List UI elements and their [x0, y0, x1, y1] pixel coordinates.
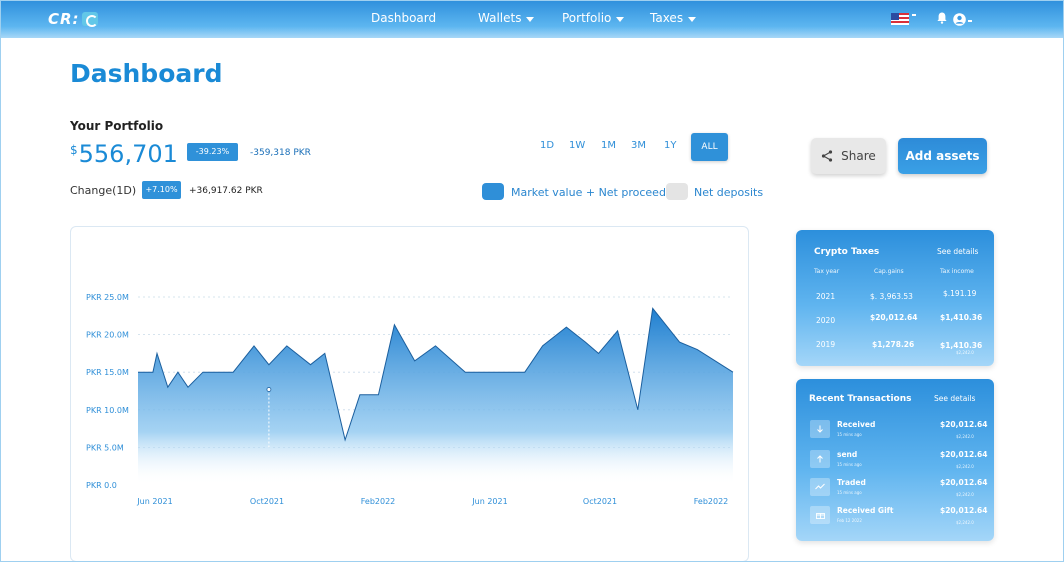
filter-1y[interactable]: 1Y: [664, 140, 676, 151]
user-avatar-icon: [953, 12, 966, 26]
nav-wallets-label: Wallets: [478, 11, 522, 25]
legend-deposits-label[interactable]: Net deposits: [694, 186, 763, 199]
transaction-amount: $20,012.64: [940, 478, 988, 487]
tax-row-income: $1,410.36: [940, 313, 983, 322]
page-title: Dashboard: [70, 59, 223, 88]
legend-market-label[interactable]: Market value + Net proceeds: [511, 186, 672, 199]
nav-dashboard[interactable]: Dashboard: [371, 11, 436, 25]
y-tick-label: PKR 0.0: [86, 481, 117, 490]
transaction-name: Traded: [837, 478, 866, 487]
gift-icon: [810, 506, 830, 524]
crypto-taxes-title: Crypto Taxes: [814, 247, 880, 257]
transaction-time: 15 mins ago: [837, 490, 862, 495]
y-tick-label: PKR 20.0M: [86, 331, 129, 340]
y-tick-label: PKR 15.0M: [86, 368, 129, 377]
tax-row-sub: $2,242.0: [956, 350, 974, 355]
tax-row-gains: $1,278.26: [872, 340, 915, 349]
crypto-taxes-card: Crypto Taxes See details Tax year Cap.ga…: [796, 230, 994, 366]
portfolio-label: Your Portfolio: [70, 119, 164, 133]
logo[interactable]: CR:: [48, 10, 98, 28]
transaction-amount: $20,012.64: [940, 450, 988, 459]
x-tick-label: Jun 2021: [136, 497, 172, 506]
nav-portfolio[interactable]: Portfolio: [562, 11, 625, 25]
y-tick-label: PKR 10.0M: [86, 406, 129, 415]
logo-text: CR:: [48, 10, 80, 28]
filter-1m[interactable]: 1M: [601, 140, 616, 151]
transaction-sub: $2,242.0: [956, 434, 974, 439]
filter-1d[interactable]: 1D: [540, 140, 554, 151]
portfolio-value: $ 556,701: [70, 140, 178, 168]
y-tick-label: PKR 5.0M: [86, 443, 124, 452]
crypto-taxes-see-details[interactable]: See details: [937, 247, 978, 256]
portfolio-chart[interactable]: PKR 0.0 PKR 5.0M PKR 10.0M PKR 15.0M PKR 20.…: [71, 227, 750, 562]
tax-row-gains: $20,012.64: [870, 313, 918, 322]
x-tick-label: Oct2021: [250, 497, 284, 506]
portfolio-amount: 556,701: [78, 140, 178, 168]
filter-1w[interactable]: 1W: [569, 140, 585, 151]
tax-row-year: 2019: [816, 340, 836, 349]
logo-mark-icon: [81, 12, 98, 27]
change-1d-badge: +7.10%: [142, 181, 181, 199]
user-menu[interactable]: [953, 12, 975, 26]
recent-transactions-card: Recent Transactions See details Received…: [796, 379, 994, 541]
change-1d-label: Change(1D): [70, 184, 137, 197]
tax-row-income: $1,410.36: [940, 341, 983, 350]
bell-icon[interactable]: [937, 12, 947, 24]
portfolio-chart-card: PKR 0.0 PKR 5.0M PKR 10.0M PKR 15.0M PKR 20.…: [70, 226, 749, 562]
x-tick-label: Oct2021: [583, 497, 617, 506]
tax-income-header: Tax income: [940, 268, 974, 275]
nav-wallets[interactable]: Wallets: [478, 11, 535, 25]
tax-row-year: 2021: [816, 292, 836, 301]
filter-3m[interactable]: 3M: [631, 140, 646, 151]
y-tick-label: PKR 25.0M: [86, 293, 129, 302]
add-assets-button[interactable]: Add assets: [898, 138, 987, 174]
legend-deposits-swatch[interactable]: [666, 183, 688, 200]
currency-sign: $: [70, 143, 78, 157]
transaction-name: send: [837, 450, 858, 459]
transaction-amount: $20,012.64: [940, 420, 988, 429]
chevron-down-icon: [526, 16, 535, 22]
recent-transactions-title: Recent Transactions: [809, 394, 912, 404]
legend-market-swatch[interactable]: [482, 183, 504, 200]
x-tick-label: Jun 2021: [471, 497, 507, 506]
transaction-sub: $2,242.0: [956, 464, 974, 469]
transaction-time: Feb 12 2022: [837, 518, 862, 523]
cap-gains-header: Cap.gains: [874, 268, 904, 275]
change-pct-badge: -39.23%: [187, 143, 238, 161]
change-amount: -359,318 PKR: [250, 148, 311, 158]
us-flag-icon[interactable]: [891, 13, 909, 25]
tax-year-header: Tax year: [814, 268, 840, 275]
filter-all[interactable]: ALL: [691, 133, 728, 161]
nav-taxes-label: Taxes: [650, 11, 684, 25]
tax-row-gains: $. 3,963.53: [870, 292, 913, 301]
tax-row-year: 2020: [816, 316, 836, 325]
share-label: Share: [841, 149, 876, 163]
transactions-see-details[interactable]: See details: [934, 394, 975, 403]
arrow-down-icon: [810, 420, 830, 438]
transaction-name: Received: [837, 420, 876, 429]
chevron-down-icon: [616, 16, 625, 22]
arrow-up-icon: [810, 450, 830, 468]
nav-portfolio-label: Portfolio: [562, 11, 612, 25]
hover-marker[interactable]: [266, 387, 272, 392]
nav-taxes[interactable]: Taxes: [650, 11, 697, 25]
change-1d-amount: +36,917.62 PKR: [189, 186, 263, 196]
transaction-sub: $2,242.0: [956, 520, 974, 525]
chevron-down-icon: [688, 16, 697, 22]
trade-icon: [810, 478, 830, 496]
top-navbar: CR: Dashboard Wallets Portfolio Taxes: [0, 0, 1064, 38]
user-dropdown-icon: [968, 19, 972, 22]
flag-dropdown-icon[interactable]: [912, 14, 916, 16]
x-tick-label: Feb2022: [694, 497, 729, 506]
transaction-name: Received Gift: [837, 506, 894, 515]
tax-row-income: $.191.19: [943, 289, 977, 298]
transaction-time: 15 mins ago: [837, 432, 862, 437]
share-button[interactable]: Share: [811, 138, 886, 174]
share-icon: [822, 150, 833, 162]
transaction-sub: $2,242.0: [956, 492, 974, 497]
transaction-time: 15 mins ago: [837, 462, 862, 467]
x-tick-label: Feb2022: [361, 497, 396, 506]
nav-dashboard-label: Dashboard: [371, 11, 437, 25]
transaction-amount: $20,012.64: [940, 506, 988, 515]
